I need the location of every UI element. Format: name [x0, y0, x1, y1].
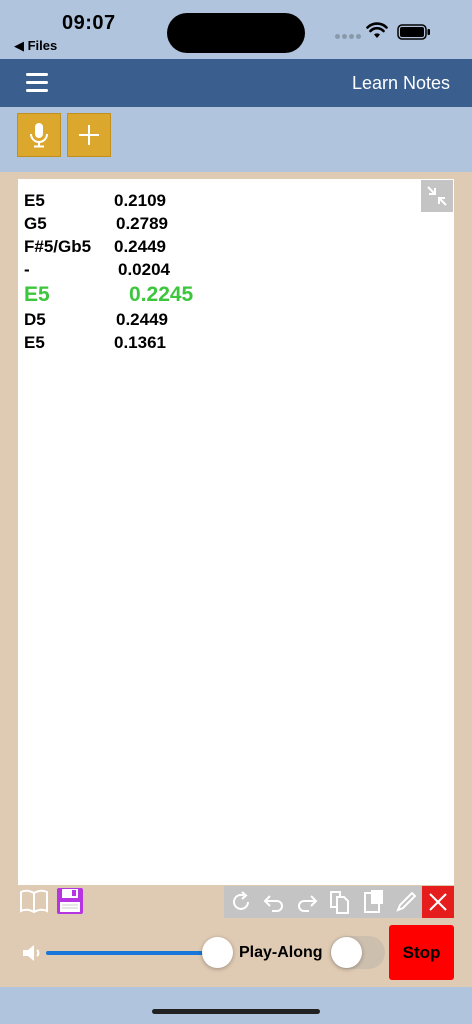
undo-button[interactable]: [257, 886, 290, 918]
note-value: 0.0204: [118, 260, 170, 279]
edit-button[interactable]: [389, 886, 422, 918]
note-name: E5: [24, 333, 45, 352]
note-value: 0.2449: [116, 310, 168, 329]
paste-icon: [363, 890, 383, 913]
note-value: 0.1361: [114, 333, 166, 352]
redo-circle-button[interactable]: [224, 886, 257, 918]
file-tools: [18, 886, 86, 916]
note-name: E5: [24, 191, 45, 210]
note-name: D5: [24, 310, 46, 329]
record-button[interactable]: [17, 113, 61, 157]
note-name: G5: [24, 214, 47, 233]
dynamic-island: [167, 13, 305, 53]
home-indicator[interactable]: [152, 1009, 320, 1014]
wifi-icon: [366, 22, 388, 38]
close-icon: [429, 893, 447, 911]
volume-slider-thumb[interactable]: [202, 937, 233, 968]
volume-slider-track[interactable]: [46, 951, 217, 955]
note-name: E5: [24, 283, 50, 306]
pencil-icon: [395, 891, 416, 912]
action-toolbar: [0, 107, 472, 172]
back-to-files-link[interactable]: ◀ Files: [14, 38, 57, 54]
status-time: 09:07: [62, 12, 116, 34]
note-name: F#5/Gb5: [24, 237, 92, 256]
volume-icon: [23, 945, 40, 961]
save-button[interactable]: [54, 886, 86, 916]
toggle-knob: [331, 937, 362, 968]
battery-icon: [397, 24, 430, 40]
hamburger-menu-icon[interactable]: [26, 73, 48, 93]
undo-arrow-icon: [263, 895, 283, 912]
stop-button[interactable]: Stop: [389, 925, 454, 980]
status-bar: 09:07 ◀ Files: [0, 0, 472, 59]
note-value: 0.2109: [114, 191, 166, 210]
microphone-icon: [30, 123, 48, 148]
close-button[interactable]: [422, 886, 454, 918]
nav-bar: Learn Notes: [0, 59, 472, 107]
note-name: -: [24, 260, 30, 279]
plus-icon: [79, 125, 99, 145]
home-area: [0, 987, 472, 1024]
copy-icon: [329, 891, 349, 914]
cellular-signal-icon: [335, 34, 361, 39]
rotate-icon: [232, 891, 249, 910]
redo-button[interactable]: [290, 886, 323, 918]
book-icon: [20, 889, 48, 914]
open-book-button[interactable]: [18, 886, 50, 916]
floppy-disk-icon: [57, 888, 83, 914]
edit-toolbar: [224, 886, 454, 918]
add-button[interactable]: [67, 113, 111, 157]
collapse-arrows-icon: [427, 186, 447, 206]
play-along-toggle[interactable]: [330, 936, 385, 969]
collapse-button[interactable]: [421, 180, 453, 212]
note-value: 0.2449: [114, 237, 166, 256]
copy-button[interactable]: [323, 886, 356, 918]
paste-button[interactable]: [356, 886, 389, 918]
page-title: Learn Notes: [351, 73, 450, 93]
redo-arrow-icon: [297, 895, 317, 912]
note-value: 0.2789: [116, 214, 168, 233]
play-along-label: Play-Along: [239, 944, 323, 961]
notes-panel: E5 0.2109 G5 0.2789 F#5/Gb5 0.2449 - 0.0…: [18, 179, 454, 885]
note-value: 0.2245: [129, 283, 194, 306]
